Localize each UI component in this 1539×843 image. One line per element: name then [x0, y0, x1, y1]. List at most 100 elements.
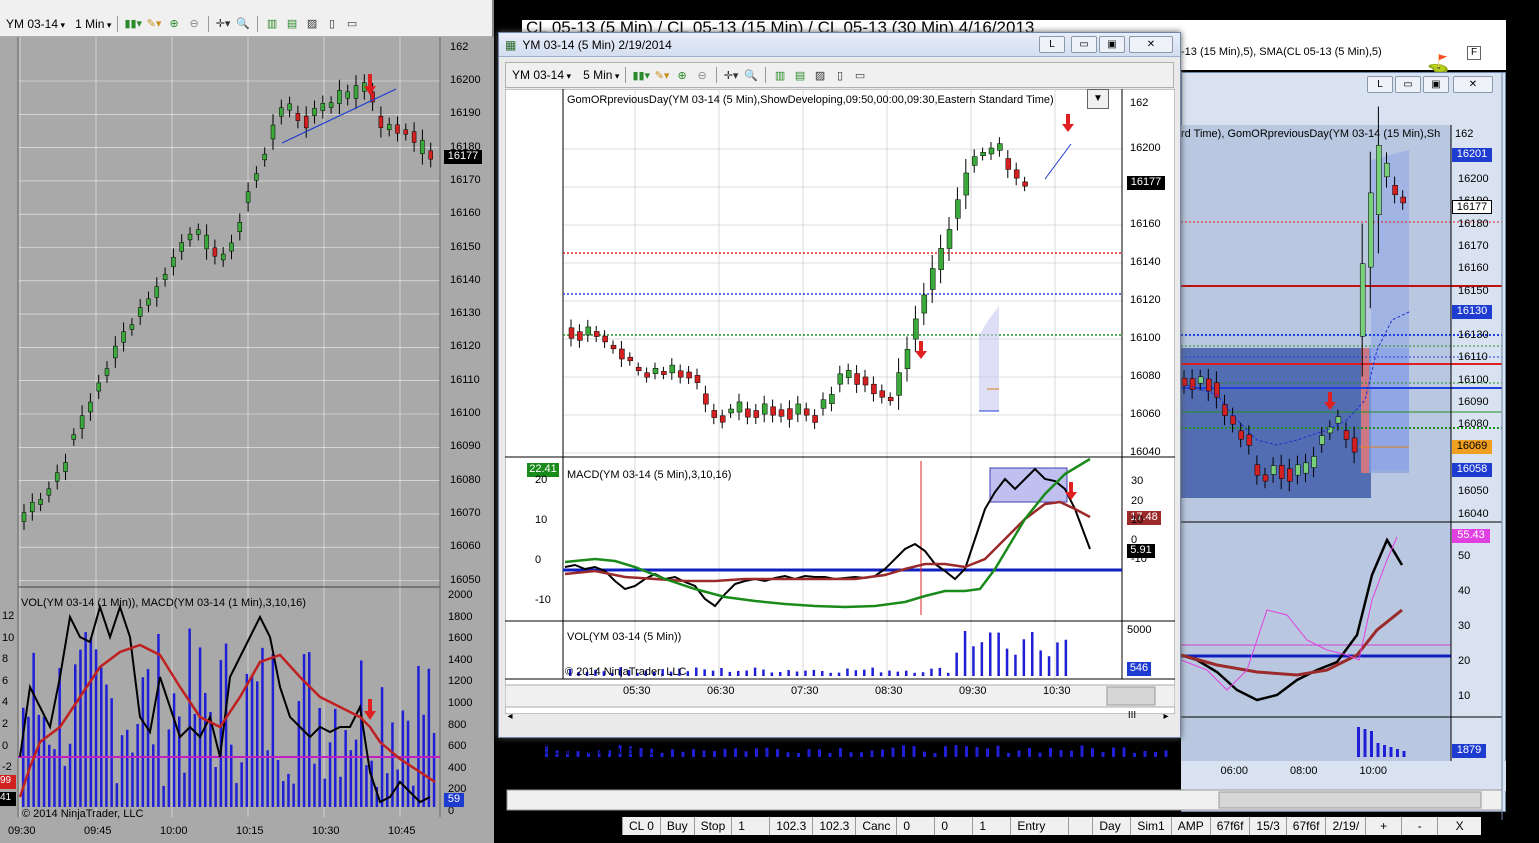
- mid-interval-select[interactable]: 5 Min: [583, 68, 619, 82]
- right-time-label: 18:00: [803, 765, 832, 777]
- status-minus-button[interactable]: -: [1401, 817, 1438, 835]
- mid-price-label: 16060: [1130, 408, 1161, 420]
- left-price-label: 16150: [450, 240, 481, 253]
- left-time-label: 09:45: [84, 825, 112, 837]
- left-symbol-select[interactable]: YM 03-14: [6, 17, 65, 31]
- templates-icon[interactable]: ▯: [324, 16, 340, 32]
- left-macd-label: 2: [2, 718, 9, 730]
- left-price-axis-top: 162: [450, 41, 469, 53]
- right-price-label: 16160: [1458, 262, 1489, 275]
- search-icon[interactable]: 🔍: [743, 67, 759, 83]
- mid-macd-left-label: -10: [535, 594, 551, 606]
- left-interval-select[interactable]: 1 Min: [75, 17, 111, 31]
- indicators-icon[interactable]: ▥: [772, 67, 788, 83]
- status-qty[interactable]: 1: [731, 817, 770, 835]
- mid-time-label: 06:30: [707, 685, 735, 697]
- status-close-button[interactable]: X: [1437, 817, 1482, 835]
- left-price-label: 16200: [450, 74, 481, 86]
- zoom-out-icon[interactable]: ⊖: [186, 16, 202, 32]
- zoom-in-icon[interactable]: ⊕: [166, 16, 182, 32]
- status-id-2[interactable]: 67f6f: [1285, 817, 1326, 835]
- properties-icon[interactable]: ▭: [344, 16, 360, 32]
- left-price-label: 16060: [450, 540, 481, 553]
- status-field-0a[interactable]: 0: [896, 817, 935, 835]
- status-entry[interactable]: Entry: [1010, 817, 1069, 835]
- zoom-in-icon[interactable]: ⊕: [674, 67, 690, 83]
- mid-price-label: 16140: [1130, 256, 1161, 268]
- left-price-label: 16050: [450, 573, 481, 586]
- bar-type-icon[interactable]: ▮▮▾: [632, 67, 650, 83]
- left-vol-label: 1600: [448, 632, 473, 645]
- mid-vol-tag: 546: [1127, 662, 1151, 676]
- chart-image-icon[interactable]: ▨: [812, 67, 828, 83]
- left-indicator-label: VOL(YM 03-14 (1 Min)), MACD(YM 03-14 (1 …: [21, 597, 306, 609]
- left-price-label: 16070: [450, 506, 481, 519]
- scroll-left-icon[interactable]: ◂: [499, 708, 521, 726]
- status-plus-button[interactable]: +: [1365, 817, 1402, 835]
- status-price-1[interactable]: 102.3: [769, 817, 813, 835]
- chart-image-icon[interactable]: ▨: [304, 16, 320, 32]
- crosshair-icon[interactable]: ✛▾: [215, 16, 231, 32]
- left-vol-label: 1200: [448, 675, 473, 688]
- left-macd-label: 8: [2, 653, 9, 666]
- left-vol-label: 1800: [448, 610, 473, 623]
- scroll-thumb[interactable]: III: [1108, 707, 1156, 725]
- left-macd-label: 12: [2, 610, 15, 622]
- right-time-label: 02:00: [1081, 765, 1110, 777]
- indicators-icon[interactable]: ▥: [264, 16, 280, 32]
- price-tag-16177: 16177: [1452, 200, 1492, 214]
- mid-close-button[interactable]: ✕: [1129, 36, 1173, 53]
- status-buy[interactable]: Buy: [659, 817, 694, 835]
- left-toolbar: YM 03-14 1 Min ▮▮▾ ✎▾ ⊕ ⊖ ✛▾ 🔍 ▥ ▤ ▨ ▯ ▭: [0, 11, 492, 37]
- strategies-icon[interactable]: ▤: [792, 67, 808, 83]
- mid-macd-left-label: 20: [535, 474, 548, 486]
- status-blank[interactable]: [1068, 817, 1093, 835]
- status-strategy[interactable]: 15/3: [1249, 817, 1286, 835]
- right-time-label: 22:00: [942, 765, 971, 777]
- mid-chevron-down-icon[interactable]: ▼: [1087, 89, 1109, 109]
- mid-maximize-button[interactable]: ▣: [1099, 36, 1125, 53]
- left-vol-label: 2000: [448, 589, 473, 601]
- mid-price-label: 16080: [1130, 370, 1161, 382]
- zoom-out-icon[interactable]: ⊖: [694, 67, 710, 83]
- status-field-0b[interactable]: 0: [934, 817, 973, 835]
- status-stop[interactable]: Stop: [693, 817, 732, 835]
- mid-macd-right-label: 0: [1131, 533, 1138, 546]
- left-time-label: 10:00: [160, 825, 188, 837]
- status-broker[interactable]: AMP: [1170, 817, 1210, 835]
- left-price-label: 16120: [450, 340, 481, 353]
- right-price-label: 16040: [1458, 507, 1489, 520]
- price-tag-16130: 16130: [1452, 305, 1492, 319]
- status-account[interactable]: Sim1: [1130, 817, 1171, 835]
- mid-macd-left-label: 10: [535, 514, 548, 526]
- mid-l-link-button[interactable]: L: [1039, 36, 1065, 53]
- pencil-icon[interactable]: ✎▾: [146, 16, 162, 32]
- mid-price-label: 16160: [1130, 218, 1161, 230]
- bar-type-icon[interactable]: ▮▮▾: [124, 16, 142, 32]
- status-tif[interactable]: Day: [1092, 817, 1131, 835]
- status-instrument[interactable]: CL 0: [622, 817, 660, 835]
- search-icon[interactable]: 🔍: [235, 16, 251, 32]
- mid-symbol-select[interactable]: YM 03-14: [512, 68, 571, 82]
- mid-minimize-button[interactable]: ▭: [1071, 36, 1097, 53]
- right-time-label: 14:00: [664, 765, 693, 777]
- templates-icon[interactable]: ▯: [832, 67, 848, 83]
- strategies-icon[interactable]: ▤: [284, 16, 300, 32]
- status-date[interactable]: 2/19/: [1325, 817, 1366, 835]
- properties-icon[interactable]: ▭: [852, 67, 868, 83]
- pencil-icon[interactable]: ✎▾: [654, 67, 670, 83]
- mid-time-label: 05:30: [623, 685, 651, 697]
- mid-macd-right-label: 10: [1131, 514, 1144, 526]
- left-vol-tag: 59: [444, 793, 464, 807]
- status-field-1[interactable]: 1: [972, 817, 1011, 835]
- status-id-1[interactable]: 67f6f: [1209, 817, 1250, 835]
- status-price-2[interactable]: 102.3: [812, 817, 856, 835]
- scroll-right-icon[interactable]: ▸: [1157, 708, 1175, 726]
- left-price-label: 16190: [450, 107, 481, 120]
- crosshair-icon[interactable]: ✛▾: [723, 67, 739, 83]
- vol-tag: 1879: [1452, 744, 1486, 758]
- status-cancel[interactable]: Canc: [855, 817, 897, 835]
- left-macd-label: 0: [2, 739, 9, 752]
- left-time-label: 10:45: [388, 825, 416, 837]
- right-price-label: 16170: [1458, 239, 1489, 252]
